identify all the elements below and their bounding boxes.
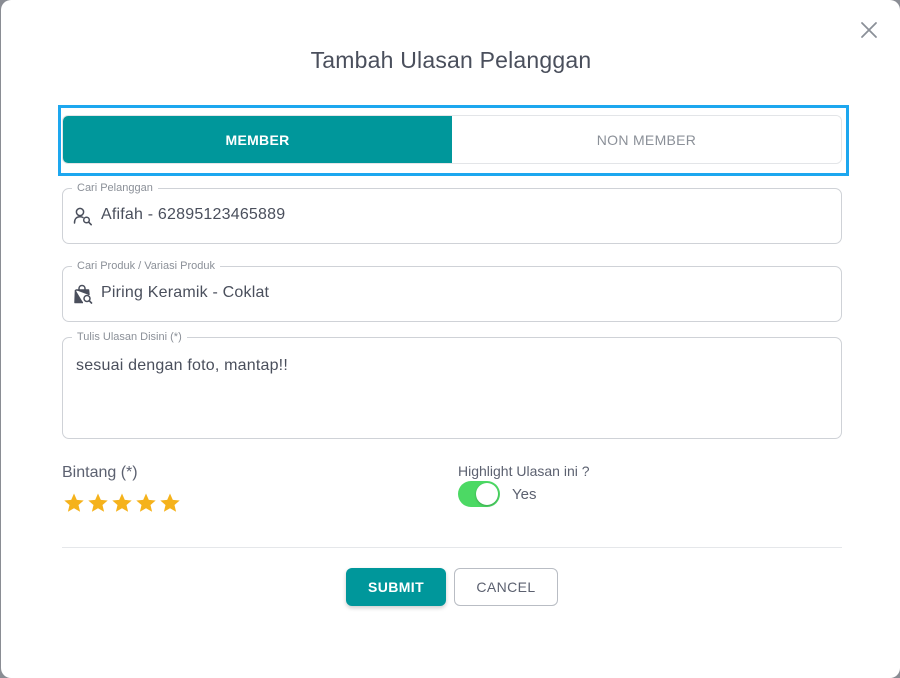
customer-search-field[interactable]: Cari Pelanggan Afifah - 62895123465889 — [62, 181, 842, 244]
customer-type-tabs: MEMBER NON MEMBER — [62, 115, 842, 164]
star-icon-5[interactable] — [158, 491, 182, 515]
star-icon-2[interactable] — [86, 491, 110, 515]
highlight-toggle[interactable] — [458, 481, 500, 507]
tab-non-member[interactable]: NON MEMBER — [452, 116, 841, 163]
star-icon-4[interactable] — [134, 491, 158, 515]
user-search-icon — [73, 206, 93, 226]
product-search-value: Piring Keramik - Coklat — [101, 284, 270, 301]
dialog-title: Tambah Ulasan Pelanggan — [310, 47, 592, 73]
star-icon-1[interactable] — [62, 491, 86, 515]
cancel-button[interactable]: CANCEL — [454, 568, 558, 606]
product-search-label: Cari Produk / Variasi Produk — [72, 259, 220, 273]
review-textarea[interactable]: Tulis Ulasan Disini (*) sesuai dengan fo… — [62, 330, 842, 439]
footer-divider — [62, 547, 842, 548]
close-button[interactable] — [857, 18, 881, 42]
highlight-toggle-text: Yes — [512, 486, 537, 503]
product-search-field[interactable]: Cari Produk / Variasi Produk Piring Kera… — [62, 259, 842, 322]
bag-search-icon — [73, 284, 93, 304]
review-textarea-label: Tulis Ulasan Disini (*) — [72, 330, 187, 344]
rating-label: Bintang (*) — [62, 464, 138, 481]
tab-member[interactable]: MEMBER — [63, 116, 452, 163]
star-icon-3[interactable] — [110, 491, 134, 515]
customer-search-value: Afifah - 62895123465889 — [101, 206, 286, 223]
close-icon — [861, 22, 877, 38]
toggle-knob — [476, 483, 498, 505]
highlight-label: Highlight Ulasan ini ? — [458, 463, 590, 479]
add-review-dialog: Tambah Ulasan Pelanggan MEMBER NON MEMBE… — [1, 0, 900, 678]
star-rating — [62, 491, 182, 515]
review-textarea-value: sesuai dengan foto, mantap!! — [76, 357, 288, 374]
submit-button[interactable]: SUBMIT — [346, 568, 446, 606]
customer-search-label: Cari Pelanggan — [72, 181, 158, 195]
